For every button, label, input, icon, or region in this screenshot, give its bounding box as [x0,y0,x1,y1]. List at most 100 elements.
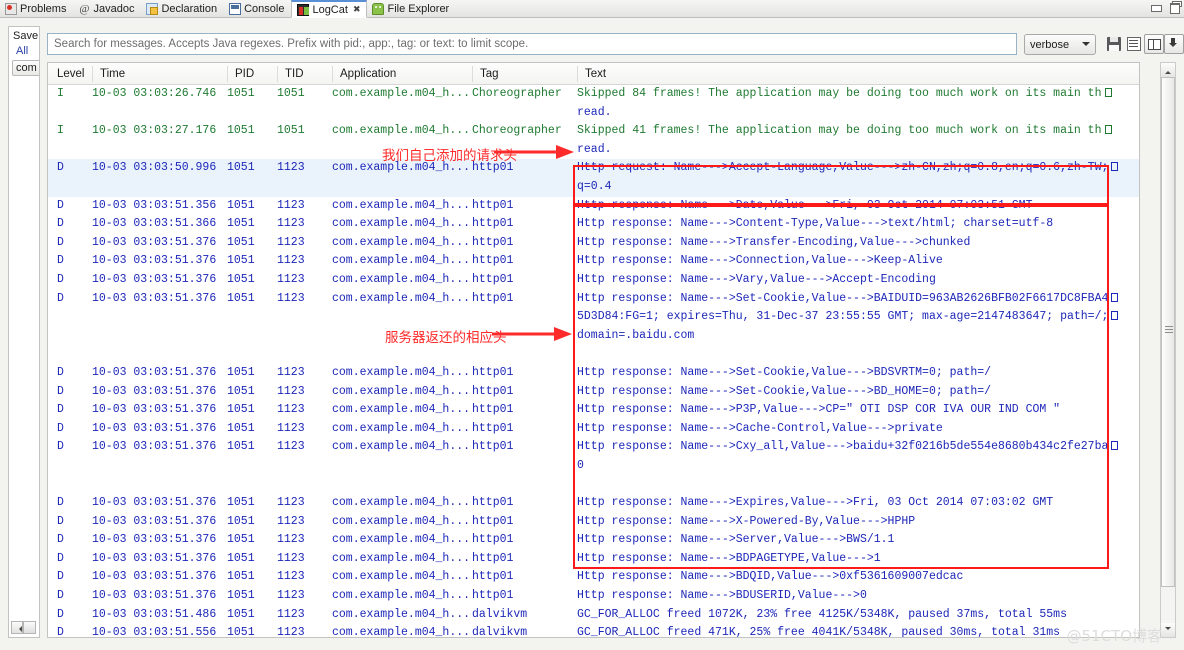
table-row[interactable]: I 10-03 03:03:26.746 1051 1051 com.example.m… [48,85,1139,122]
javadoc-icon: @ [79,2,90,15]
cell-level: D [57,198,64,212]
cell-level: D [57,589,64,603]
column-header-text[interactable]: Text [577,63,1139,85]
tab-console-label: Console [244,2,285,15]
column-header-tag[interactable]: Tag [472,63,577,85]
cell-tid: 1123 [277,272,305,286]
cell-tag: http01 [472,198,514,212]
window-controls [1151,1,1182,14]
cell-level: D [57,514,64,528]
cell-time: 10-03 03:03:51.376 [92,403,217,417]
cell-pid: 1051 [227,198,255,212]
table-row[interactable]: D 10-03 03:03:51.376 1051 1123 com.example.m… [48,550,1139,569]
cell-text: Http response: Name--->Content-Type,Valu… [577,217,1054,231]
cell-level: D [57,291,64,305]
column-header-pid[interactable]: PID [227,63,277,85]
cell-tag: http01 [472,514,514,528]
table-row[interactable]: D 10-03 03:03:51.376 1051 1123 com.example.m… [48,252,1139,271]
scroll-down-icon [1168,38,1180,50]
table-row[interactable]: D 10-03 03:03:51.376 1051 1123 com.example.m… [48,587,1139,606]
table-row[interactable]: D 10-03 03:03:51.376 1051 1123 com.example.m… [48,494,1139,513]
cell-time: 10-03 03:03:51.376 [92,496,217,510]
saved-filters-all-item[interactable]: All [9,42,39,57]
tab-console[interactable]: Console [224,0,291,17]
vertical-scrollbar[interactable] [1160,62,1176,638]
toggle-filters-view-button[interactable] [1144,34,1164,54]
cell-tid: 1123 [277,589,305,603]
table-row[interactable]: D 10-03 03:03:51.376 1051 1123 com.example.m… [48,234,1139,253]
save-log-button[interactable] [1104,34,1124,54]
cell-time: 10-03 03:03:51.556 [92,626,217,638]
scroll-down-arrow-icon[interactable] [1161,623,1175,637]
cell-tid: 1123 [277,291,305,305]
table-row[interactable]: D 10-03 03:03:51.376 1051 1123 com.example.m… [48,383,1139,402]
cell-text: GC_FOR_ALLOC freed 471K, 25% free 4041K/… [577,626,1061,638]
tab-problems[interactable]: Problems [0,0,73,17]
column-header-time[interactable]: Time [92,63,227,85]
cell-text: Http response: Name--->Cxy_all,Value--->… [577,438,1139,475]
scroll-up-icon[interactable] [1161,63,1175,77]
table-row[interactable]: D 10-03 03:03:51.376 1051 1123 com.example.m… [48,531,1139,550]
cell-application: com.example.m04_h... [332,124,471,138]
column-header-level[interactable]: Level [48,63,92,85]
saved-filters-save-label[interactable]: Save [9,27,39,42]
table-row[interactable]: D 10-03 03:03:51.556 1051 1123 com.example.m… [48,624,1139,638]
cell-level: D [57,570,64,584]
tab-file-explorer[interactable]: File Explorer [367,0,456,17]
maximize-icon[interactable] [1169,1,1182,14]
table-row[interactable]: D 10-03 03:03:51.376 1051 1123 com.example.m… [48,290,1139,346]
minimize-icon[interactable] [1151,2,1162,12]
table-row[interactable]: I 10-03 03:03:27.176 1051 1051 com.example.m… [48,122,1139,159]
vscroll-thumb[interactable] [1161,77,1175,587]
cell-application: com.example.m04_h... [332,254,471,268]
table-row[interactable]: D 10-03 03:03:51.376 1051 1123 com.example.m… [48,568,1139,587]
cell-tid: 1123 [277,514,305,528]
logcat-table: Level Time PID TID Application Tag Text … [47,62,1140,638]
scroll-to-bottom-button[interactable] [1164,34,1184,54]
cell-tag: http01 [472,496,514,510]
tab-logcat[interactable]: LogCat ✖ [291,0,368,18]
cell-time: 10-03 03:03:51.376 [92,589,217,603]
save-icon [1107,37,1121,51]
console-icon [229,2,242,15]
table-row[interactable]: D 10-03 03:03:50.996 1051 1123 com.example.m… [48,159,1139,197]
cell-tid: 1123 [277,235,305,249]
cell-level: D [57,217,64,231]
cell-time: 10-03 03:03:51.376 [92,570,217,584]
table-row[interactable]: D 10-03 03:03:51.376 1051 1123 com.example.m… [48,271,1139,290]
cell-time: 10-03 03:03:51.376 [92,254,217,268]
table-row[interactable]: D 10-03 03:03:51.376 1051 1123 com.example.m… [48,401,1139,420]
clear-log-button[interactable] [1124,34,1144,54]
cell-level: D [57,421,64,435]
column-header-tid[interactable]: TID [277,63,332,85]
tab-declaration[interactable]: Declaration [141,0,224,17]
table-row[interactable]: D 10-03 03:03:51.356 1051 1123 com.example.m… [48,197,1139,216]
table-row[interactable]: D 10-03 03:03:51.376 1051 1123 com.example.m… [48,513,1139,532]
hscroll-thumb[interactable] [23,620,36,634]
cell-text: Http response: Name--->Vary,Value--->Acc… [577,272,936,286]
request-header-arrow [494,145,574,159]
table-row[interactable]: D 10-03 03:03:51.376 1051 1123 com.example.m… [48,420,1139,439]
log-level-select[interactable]: verbose [1024,34,1096,55]
cell-application: com.example.m04_h... [332,217,471,231]
table-row[interactable]: D 10-03 03:03:51.376 1051 1123 com.example.m… [48,438,1139,475]
table-row[interactable]: D 10-03 03:03:51.366 1051 1123 com.example.m… [48,215,1139,234]
cell-pid: 1051 [227,589,255,603]
scroll-left-icon[interactable] [11,620,23,634]
tab-javadoc[interactable]: @ Javadoc [73,0,141,17]
cell-text: Http request: Name--->Accept-Language,Va… [577,159,1139,196]
log-level-value: verbose [1030,38,1070,51]
cell-tag: http01 [472,217,514,231]
saved-filters-hscrollbar[interactable] [11,620,38,634]
cell-time: 10-03 03:03:51.376 [92,551,217,565]
cell-time: 10-03 03:03:51.376 [92,365,217,379]
table-row[interactable]: D 10-03 03:03:51.376 1051 1123 com.example.m… [48,364,1139,383]
search-input[interactable]: Search for messages. Accepts Java regexe… [47,33,1017,55]
close-icon[interactable]: ✖ [353,4,360,15]
saved-filters-app-item[interactable]: com [12,60,39,76]
cell-tid: 1123 [277,254,305,268]
cell-level: D [57,403,64,417]
column-header-application[interactable]: Application [332,63,472,85]
cell-level: D [57,626,64,638]
table-row[interactable]: D 10-03 03:03:51.486 1051 1123 com.example.m… [48,606,1139,625]
